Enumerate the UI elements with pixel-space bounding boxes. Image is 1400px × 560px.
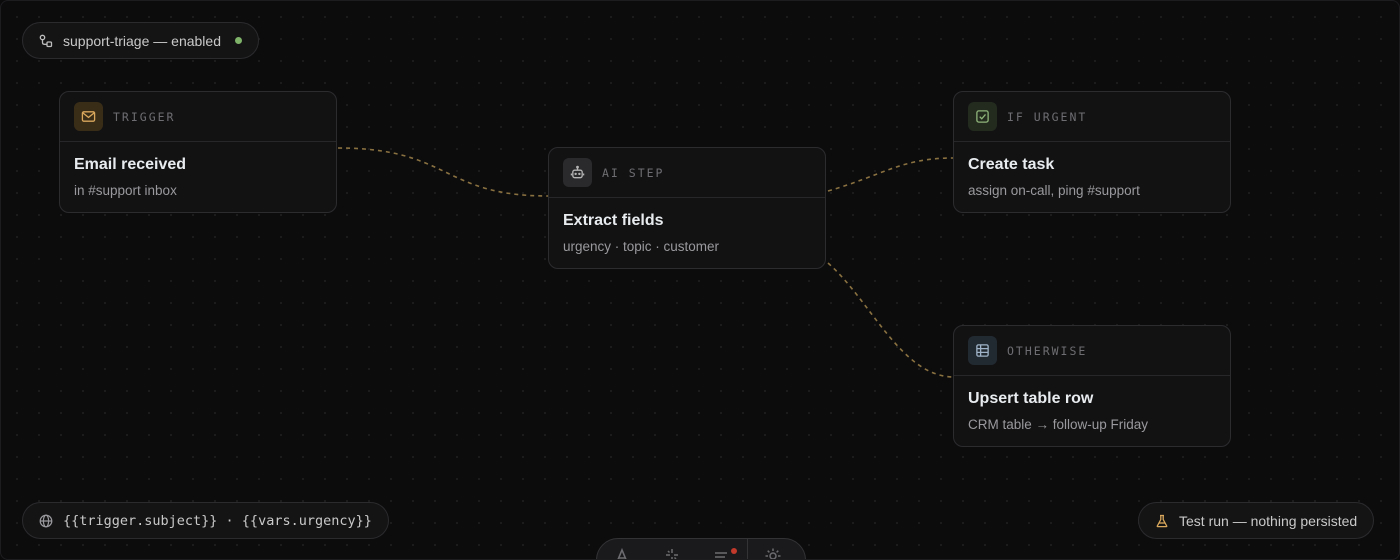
node-header: IF URGENT [954,92,1230,142]
node-trigger[interactable]: TRIGGER Email received in #support inbox [59,91,337,213]
node-subtitle: urgency · topic · customer [563,239,720,254]
node-kind-label: TRIGGER [113,109,176,124]
bottom-toolbar [596,538,806,559]
node-title: Create task [968,156,1055,173]
flask-icon [1155,514,1169,528]
node-header: AI STEP [549,148,825,198]
mail-icon [74,102,103,131]
expression-text: {{trigger.subject}} · {{vars.urgency}} [63,512,372,529]
node-ai-step[interactable]: AI STEP Extract fields urgency · topic ·… [548,147,826,269]
node-kind-label: AI STEP [602,165,665,180]
node-title: Extract fields [563,212,664,229]
workflow-canvas[interactable]: support-triage — enabled TRIGGER Email r… [0,0,1400,560]
node-title: Upsert table row [968,390,1094,407]
node-subtitle: in #support inbox [74,183,177,198]
wire-ai-to-urgent [827,157,954,192]
node-kind-label: IF URGENT [1007,109,1088,124]
expression-bar[interactable]: {{trigger.subject}} · {{vars.urgency}} [22,502,389,539]
sparkle-tool-icon[interactable] [647,547,697,559]
text-tool-icon[interactable] [597,547,647,559]
workflow-status-label: support-triage — enabled [63,32,221,49]
node-title: Email received [74,156,187,173]
test-run-button[interactable]: Test run — nothing persisted [1138,502,1375,539]
settings-tool-icon[interactable] [748,547,798,559]
status-indicator [235,37,242,44]
node-subtitle: assign on-call, ping #support [968,183,1140,198]
node-if-urgent[interactable]: IF URGENT Create task assign on-call, pi… [953,91,1231,213]
bot-icon [563,158,592,187]
wire-trigger-to-ai [337,147,549,197]
node-header: OTHERWISE [954,326,1230,376]
notification-badge [731,548,737,554]
node-otherwise[interactable]: OTHERWISE Upsert table row CRM table → f… [953,325,1231,447]
node-header: TRIGGER [60,92,336,142]
workflow-icon [39,34,53,48]
test-run-label: Test run — nothing persisted [1179,512,1358,529]
node-kind-label: OTHERWISE [1007,343,1088,358]
node-subtitle: CRM table → follow-up Friday [968,417,1149,432]
globe-icon [39,514,53,528]
connections [337,147,954,378]
workflow-status-pill[interactable]: support-triage — enabled [22,22,259,59]
wire-ai-to-otherwise [827,262,954,378]
table-icon [968,336,997,365]
check-square-icon [968,102,997,131]
list-tool-icon[interactable] [697,547,747,559]
